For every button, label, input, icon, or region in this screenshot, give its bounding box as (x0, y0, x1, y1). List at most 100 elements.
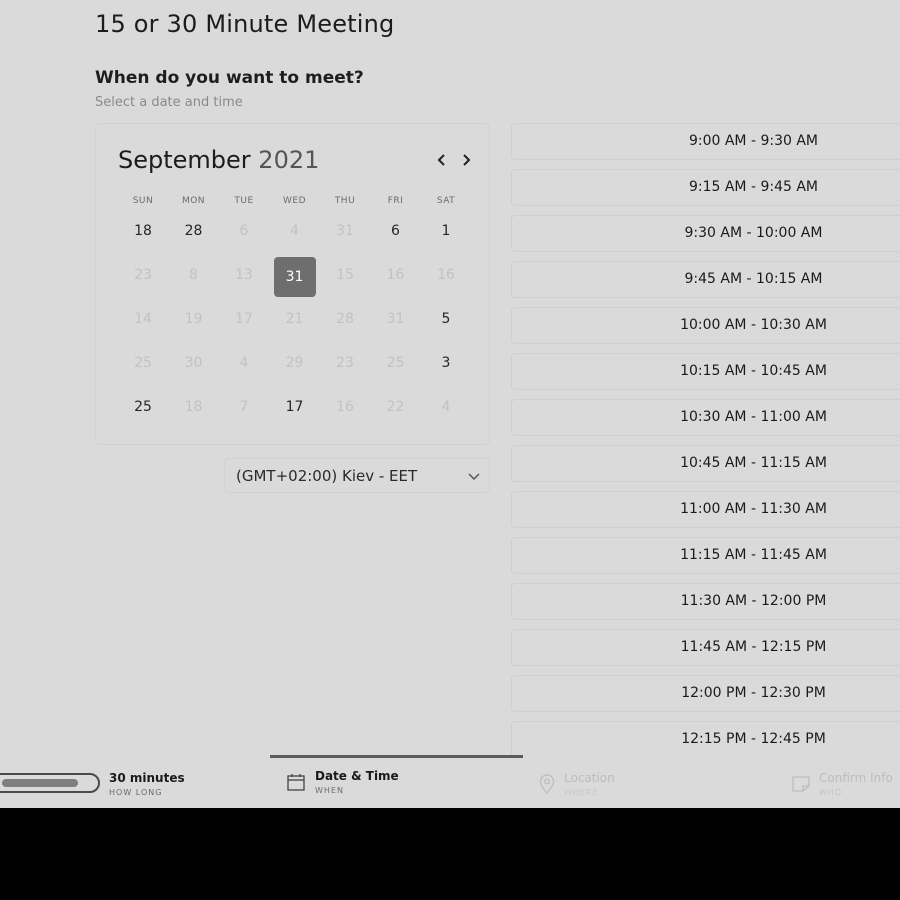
time-slot-label: 10:00 AM - 10:30 AM (680, 317, 827, 333)
next-month-button[interactable] (458, 152, 474, 168)
time-slot-button[interactable]: 9:30 AM - 10:00 AM (511, 215, 900, 252)
chevron-left-icon (437, 154, 445, 166)
time-slot-label: 11:45 AM - 12:15 PM (680, 639, 827, 655)
time-slot-button[interactable]: 11:00 AM - 11:30 AM (511, 491, 900, 528)
calendar-day: 19 (184, 311, 203, 327)
calendar-day: 4 (239, 355, 249, 371)
time-slot-label: 9:00 AM - 9:30 AM (688, 133, 819, 149)
weekday-label: FRI (387, 196, 404, 206)
time-slot-button[interactable]: 10:00 AM - 10:30 AM (511, 307, 900, 344)
calendar-day: 4 (441, 399, 451, 415)
calendar-day[interactable]: 18 (118, 211, 168, 251)
time-slot-button[interactable]: 10:30 AM - 11:00 AM (511, 399, 900, 436)
calendar-day[interactable]: 5 (421, 299, 471, 339)
progress-pill-icon (0, 773, 100, 793)
time-slot-button[interactable]: 11:30 AM - 12:00 PM (511, 583, 900, 620)
step-confirm-sub: WHO (819, 788, 843, 797)
note-icon (792, 776, 810, 792)
calendar-day: 23 (134, 267, 152, 283)
timezone-value: (GMT+02:00) Kiev - EET (236, 467, 418, 485)
section-heading: When do you want to meet? (95, 68, 364, 88)
calendar-day: 17 (235, 311, 253, 327)
time-slot-button[interactable]: 10:45 AM - 11:15 AM (511, 445, 900, 482)
section-hint: Select a date and time (95, 95, 243, 110)
time-slot-label: 9:15 AM - 9:45 AM (688, 179, 819, 195)
calendar-day: 21 (285, 311, 304, 327)
time-slot-label: 9:30 AM - 10:00 AM (684, 225, 823, 241)
weekday-label: THU (334, 196, 356, 206)
page-title: 15 or 30 Minute Meeting (95, 10, 395, 38)
chevron-right-icon (463, 154, 471, 166)
calendar-day[interactable]: 3 (421, 343, 471, 383)
calendar-day: 16 (336, 399, 354, 415)
time-slot-label: 11:15 AM - 11:45 AM (680, 547, 827, 563)
weekday-label: TUE (234, 196, 254, 206)
time-slot-label: 10:15 AM - 10:45 AM (680, 363, 827, 379)
calendar-day: 25 (134, 355, 152, 371)
calendar-day: 22 (386, 399, 405, 415)
active-step-indicator (270, 755, 523, 758)
timezone-select[interactable]: (GMT+02:00) Kiev - EET (224, 458, 490, 493)
time-slot-button[interactable]: 12:00 PM - 12:30 PM (511, 675, 900, 712)
progress-fill (2, 779, 78, 787)
calendar-icon (287, 774, 305, 791)
time-slot-label: 10:45 AM - 11:15 AM (680, 455, 827, 471)
step-confirm-label[interactable]: Confirm Info (819, 771, 893, 785)
time-slot-button[interactable]: 9:00 AM - 9:30 AM (511, 123, 900, 160)
time-slot-label: 9:45 AM - 10:15 AM (684, 271, 823, 287)
calendar-day: 25 (386, 355, 405, 371)
calendar-day: 31 (336, 223, 354, 239)
time-slot-label: 12:00 PM - 12:30 PM (681, 685, 826, 701)
step-duration-label: 30 minutes (109, 771, 185, 785)
letterbox-bar (0, 808, 900, 900)
time-slot-button[interactable]: 9:45 AM - 10:15 AM (511, 261, 900, 298)
month-label: September (118, 146, 251, 174)
calendar-day[interactable]: 6 (371, 211, 421, 251)
calendar-day: 13 (235, 267, 253, 283)
calendar-day: 4 (290, 223, 299, 239)
calendar-day: 23 (336, 355, 354, 371)
step-location-label[interactable]: Location (564, 771, 615, 785)
calendar-day: 18 (184, 399, 203, 415)
time-slot-button[interactable]: 12:15 PM - 12:45 PM (511, 721, 900, 758)
step-duration-sub: HOW LONG (109, 788, 163, 797)
weekday-label: WED (282, 196, 306, 206)
step-datetime-sub: WHEN (315, 786, 344, 795)
location-pin-icon (539, 774, 555, 794)
calendar-day: 16 (386, 267, 405, 283)
calendar-day[interactable]: 25 (118, 387, 168, 427)
calendar-day: 14 (134, 311, 152, 327)
weekday-label: SAT (436, 196, 456, 206)
calendar-day: 8 (189, 267, 198, 283)
time-slot-label: 12:15 PM - 12:45 PM (681, 731, 826, 747)
calendar-day: 16 (437, 267, 455, 283)
year-label: 2021 (258, 146, 320, 174)
chevron-down-icon (468, 473, 480, 481)
scheduler-screen: 15 or 30 Minute Meeting When do you want… (0, 0, 900, 808)
time-slot-button[interactable]: 10:15 AM - 10:45 AM (511, 353, 900, 390)
calendar-day: 29 (285, 355, 304, 371)
time-slot-button[interactable]: 11:15 AM - 11:45 AM (511, 537, 900, 574)
time-slot-label: 10:30 AM - 11:00 AM (680, 409, 827, 425)
calendar-day[interactable]: 17 (270, 387, 320, 427)
step-location-sub: WHERE (564, 788, 599, 797)
previous-month-button[interactable] (434, 152, 450, 168)
time-slot-label: 11:30 AM - 12:00 PM (680, 593, 827, 609)
calendar-day: 6 (239, 223, 249, 239)
calendar-day[interactable]: 28 (169, 211, 219, 251)
time-slot-button[interactable]: 11:45 AM - 12:15 PM (511, 629, 900, 666)
time-slot-label: 11:00 AM - 11:30 AM (680, 501, 827, 517)
calendar-day: 7 (239, 399, 249, 415)
calendar-day: 30 (184, 355, 203, 371)
weekday-label: MON (181, 196, 206, 206)
weekday-label: SUN (132, 196, 154, 206)
step-datetime-label[interactable]: Date & Time (315, 769, 399, 783)
calendar-day[interactable]: 1 (421, 211, 471, 251)
time-slot-button[interactable]: 9:15 AM - 9:45 AM (511, 169, 900, 206)
calendar-day-selected[interactable]: 31 (273, 257, 316, 297)
calendar-day: 28 (336, 311, 354, 327)
date-picker: September 2021 SUN MON TUE WED THU FRI SAT 18 2… (95, 123, 490, 445)
month-year-label: September 2021 (118, 146, 319, 174)
calendar-day: 31 (386, 311, 405, 327)
calendar-day: 15 (336, 267, 354, 283)
